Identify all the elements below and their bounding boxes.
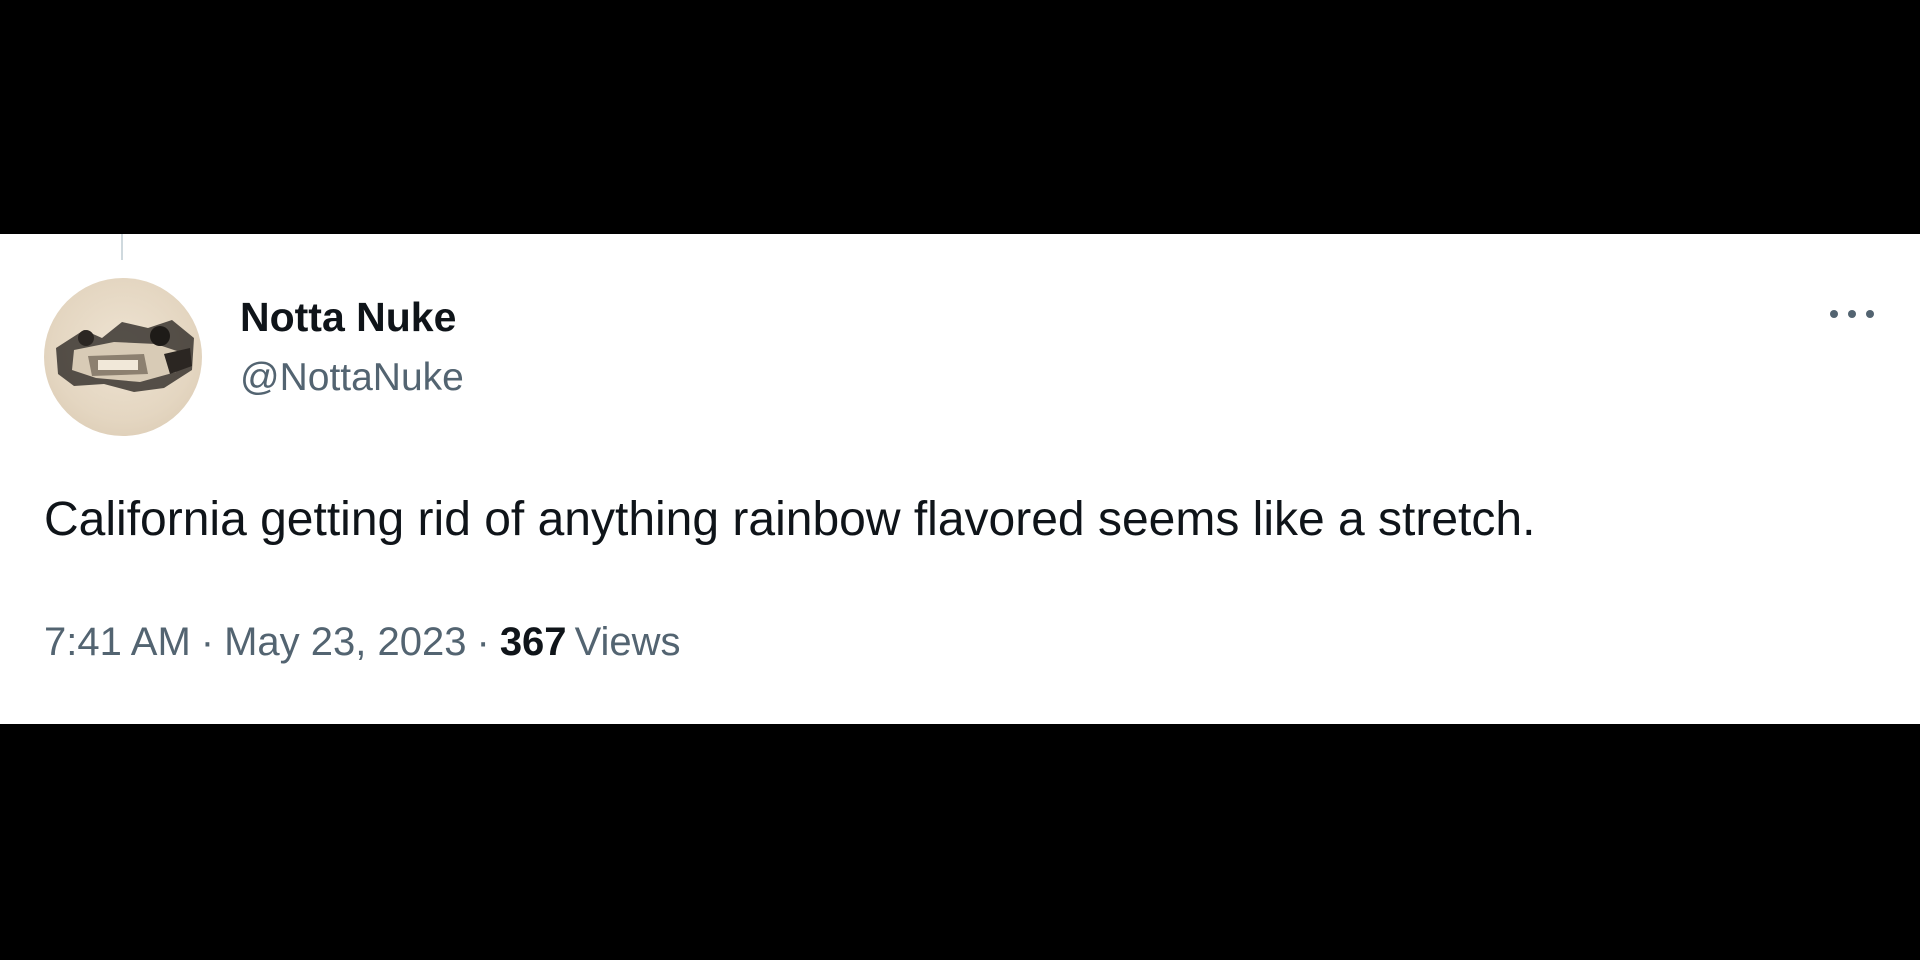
meta-separator: · [476,620,490,664]
more-dots-icon [1830,310,1874,318]
author-handle[interactable]: @NottaNuke [240,356,464,400]
views-count[interactable]: 367 [500,620,567,664]
author-display-name[interactable]: Notta Nuke [240,294,456,341]
views-label: Views [574,620,681,664]
avatar-image [56,320,194,392]
thread-connector-line [121,234,123,260]
tweet-text: California getting rid of anything rainb… [44,493,1536,546]
avatar[interactable] [44,278,202,436]
tweet-time[interactable]: 7:41 AM [44,620,191,664]
more-options-button[interactable] [1822,294,1882,334]
tweet-date[interactable]: May 23, 2023 [224,620,466,664]
tweet-metadata: 7:41 AM · May 23, 2023 · 367 Views [44,620,681,665]
tweet-card: Notta Nuke @NottaNuke California getting… [0,234,1920,724]
meta-separator: · [200,620,215,664]
